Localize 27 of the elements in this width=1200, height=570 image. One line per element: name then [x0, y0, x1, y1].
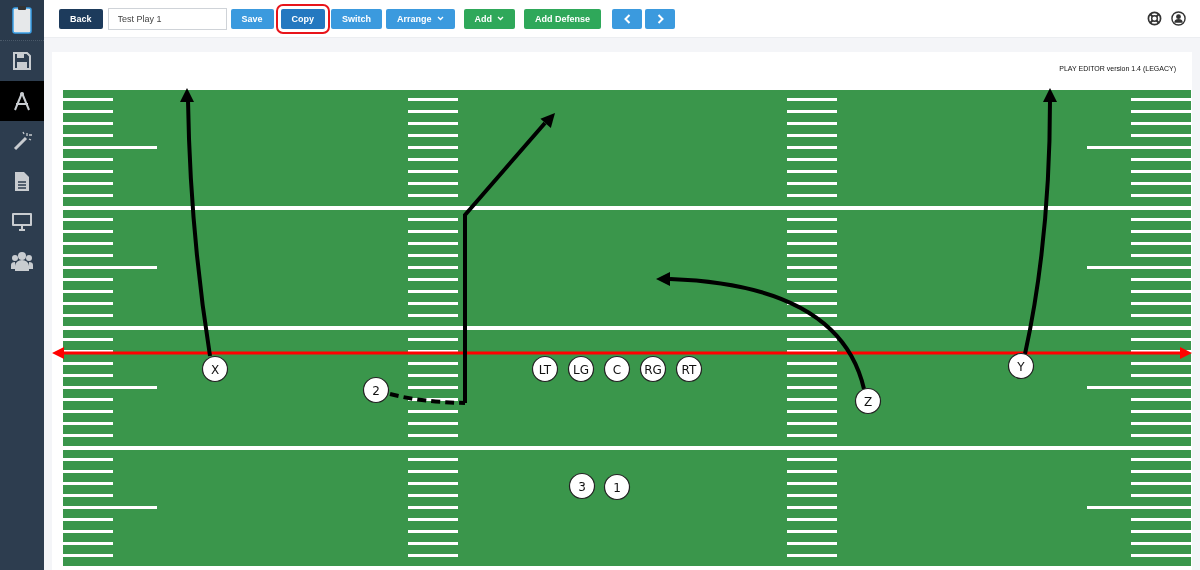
player-marker[interactable]: 1 [603, 473, 631, 501]
player-marker[interactable]: RG [639, 355, 667, 383]
player-marker[interactable]: LT [531, 355, 559, 383]
chevron-down-icon [497, 16, 505, 21]
player-marker[interactable]: LG [567, 355, 595, 383]
next-button[interactable] [645, 8, 676, 29]
magic-wand-icon [11, 131, 33, 151]
monitor-icon [11, 211, 33, 231]
document-icon [12, 170, 32, 192]
user-account-icon[interactable] [1171, 11, 1186, 26]
player-marker[interactable]: Z [854, 387, 882, 415]
player-marker[interactable]: Y [1007, 352, 1035, 380]
users-icon [11, 251, 33, 271]
chevron-left-icon [623, 13, 631, 24]
drafting-compass-icon [12, 90, 32, 112]
chevron-down-icon [436, 16, 444, 21]
player-marker[interactable]: RT [675, 355, 703, 383]
player-marker[interactable]: 3 [568, 472, 596, 500]
chevron-right-icon [656, 13, 664, 24]
player-marker[interactable]: 2 [362, 376, 390, 404]
previous-button[interactable] [612, 8, 643, 29]
play-name-field[interactable]: Test Play 1 [107, 7, 227, 30]
player-marker[interactable]: X [201, 355, 229, 383]
sidebar-item[interactable] [0, 81, 44, 121]
player-marker[interactable]: C [603, 355, 631, 383]
lifebuoy-icon[interactable] [1147, 11, 1162, 26]
back-button[interactable]: Back [59, 8, 103, 29]
